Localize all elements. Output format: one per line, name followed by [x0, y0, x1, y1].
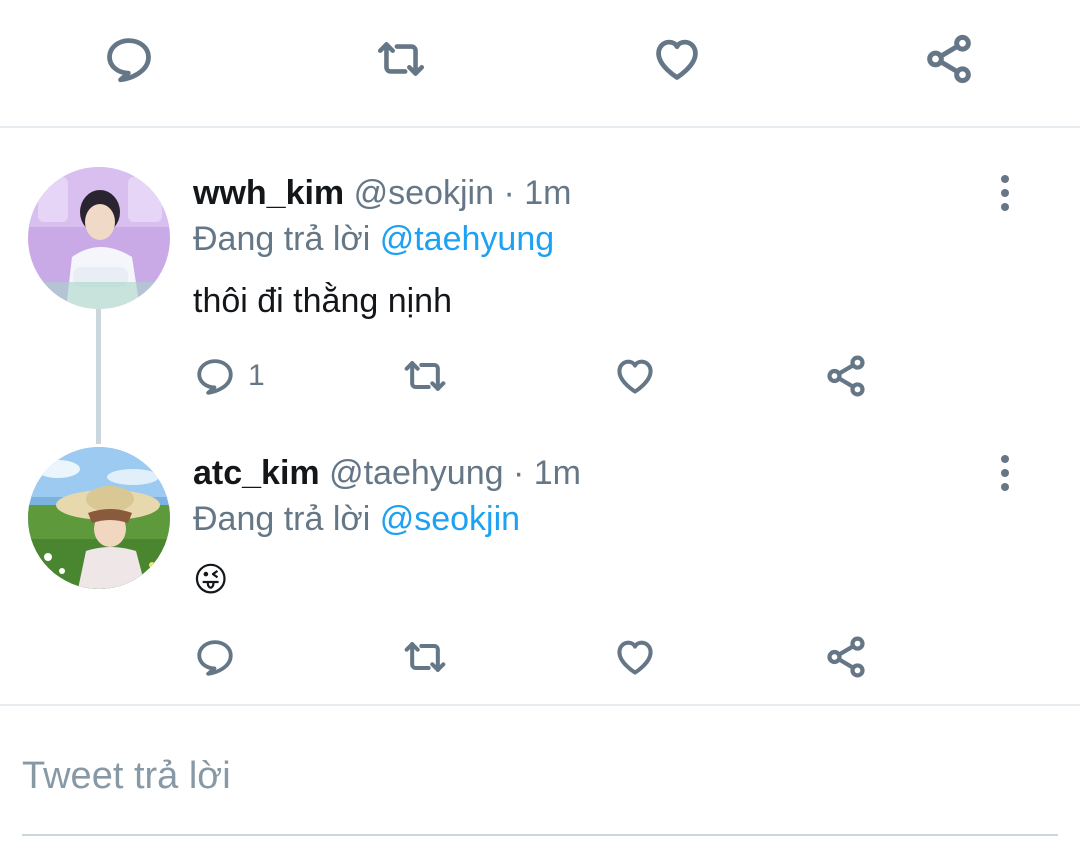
timestamp: · 1m — [503, 174, 572, 212]
tweet-header: wwh_kim @seokjin · 1m — [193, 173, 571, 213]
reply-button[interactable]: 1 — [194, 354, 265, 398]
share-icon — [827, 636, 865, 678]
more-options-icon[interactable] — [990, 171, 1020, 215]
avatar[interactable] — [28, 447, 170, 589]
reply-icon — [197, 640, 233, 676]
retweet-icon[interactable] — [374, 32, 428, 86]
reply-context: Đang trả lời @taehyung — [193, 219, 554, 259]
avatar[interactable] — [28, 167, 170, 309]
reply-composer — [22, 746, 1058, 806]
retweet-icon — [404, 642, 446, 672]
share-icon[interactable] — [922, 32, 976, 86]
tweet-text: thôi đi thằng nịnh — [193, 282, 452, 320]
share-icon — [827, 355, 865, 397]
reply-context: Đang trả lời @seokjin — [193, 499, 520, 539]
reply-prefix: Đang trả lời — [193, 500, 371, 538]
reply-icon[interactable] — [102, 32, 156, 86]
reply-prefix: Đang trả lời — [193, 220, 371, 258]
retweet-button[interactable] — [400, 354, 450, 398]
divider — [0, 126, 1080, 128]
tweet-actions: 1 — [0, 354, 1080, 404]
tweet-actions — [0, 635, 1080, 685]
display-name[interactable]: wwh_kim — [193, 174, 344, 212]
share-button[interactable] — [823, 354, 869, 398]
like-icon — [617, 359, 653, 394]
reply-mention[interactable]: @seokjin — [380, 500, 520, 538]
like-icon — [617, 640, 653, 675]
retweet-icon — [404, 361, 446, 391]
reply-count: 1 — [248, 359, 265, 392]
retweet-button[interactable] — [400, 635, 450, 679]
like-button[interactable] — [613, 354, 657, 398]
composer-underline — [22, 834, 1058, 836]
tweet-header: atc_kim @taehyung · 1m — [193, 453, 581, 493]
timestamp: · 1m — [512, 454, 581, 492]
more-options-icon[interactable] — [990, 451, 1020, 495]
share-button[interactable] — [823, 635, 869, 679]
reply-mention[interactable]: @taehyung — [380, 220, 554, 258]
handle[interactable]: @seokjin — [354, 174, 494, 212]
reply-icon — [197, 359, 233, 395]
handle[interactable]: @taehyung — [329, 454, 503, 492]
top-action-bar — [0, 0, 1080, 127]
like-button[interactable] — [613, 635, 657, 679]
display-name[interactable]: atc_kim — [193, 454, 320, 492]
reply-button[interactable] — [194, 635, 248, 679]
tweet-text: 😜 — [193, 561, 229, 599]
reply-input[interactable] — [22, 746, 1058, 806]
like-icon[interactable] — [650, 32, 704, 86]
divider — [0, 704, 1080, 706]
